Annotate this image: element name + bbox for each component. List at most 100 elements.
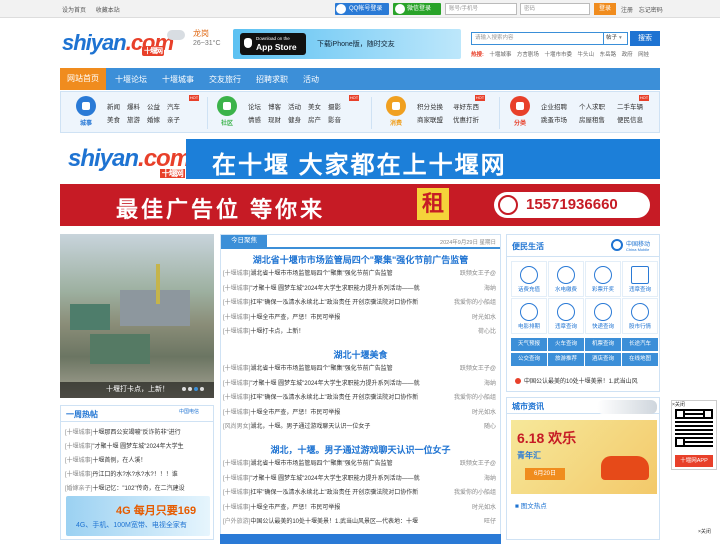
pic-news-link[interactable]: ■ 图文热点 — [515, 500, 547, 510]
list-item[interactable]: [婚嫁亲子]十堰记忆："102"传奇，在二汽建设 — [65, 482, 211, 496]
nav-item-city[interactable]: 十堰城事 — [162, 74, 194, 85]
photo-carousel[interactable]: 十堰打卡点，上新！ — [60, 234, 214, 398]
cat-link[interactable]: 新闻 — [107, 101, 127, 114]
quick-link[interactable]: 长途汽车 — [622, 338, 658, 351]
set-home-link[interactable]: 设为首页 — [62, 8, 86, 14]
service-express[interactable]: 快递查询 — [585, 298, 621, 334]
news-row[interactable]: [十堰城事]"才聚十堰 圆梦车城"2024年大学生求职能力提升系列活动——就 海纳 — [223, 281, 500, 296]
telecom-promo[interactable]: 4G 每月只要169 4G、手机、100M宽带、电视全家有 — [66, 496, 210, 536]
bottom-promo-banner[interactable] — [220, 534, 501, 544]
cat-link[interactable]: 寻好东西 — [453, 101, 489, 114]
search-input[interactable]: 请输入搜索内容 — [471, 32, 604, 45]
search-button[interactable]: 搜索 — [630, 31, 660, 46]
cat-link[interactable]: 影音 — [328, 114, 348, 127]
tab-today-focus[interactable]: 今日聚焦 — [221, 235, 267, 247]
headline[interactable]: 湖北，十堰。男子通过游戏聊天认识一位女子 — [221, 443, 500, 456]
nav-item-social-travel[interactable]: 交友旅行 — [209, 74, 241, 85]
hot-term[interactable]: 十堰城事 — [489, 52, 511, 58]
news-row[interactable]: [十堰城事]十堰打卡点，上新！ 荷心比 — [223, 325, 500, 340]
news-row[interactable]: [十堰城事]"才聚十堰 圆梦车城"2024年大学生求职能力提升系列活动——就 海纳 — [223, 376, 500, 391]
cat-link[interactable]: 美食 — [107, 114, 127, 127]
cat-link[interactable]: 个人求职 — [579, 101, 617, 114]
cat-link[interactable]: 公益 — [147, 101, 167, 114]
hot-term[interactable]: 方言剧场 — [517, 52, 539, 58]
cat-link[interactable]: 婚嫁 — [147, 114, 167, 127]
hot-term[interactable]: 十堰市市委 — [544, 52, 572, 58]
cat-link[interactable]: 跳蚤市场 — [541, 114, 579, 127]
news-row[interactable]: [十堰城事]扛牢"确保一泓清水永续北上"政治责任 开创京骥法院对口协作新 我爱你的… — [223, 296, 500, 311]
category-consume[interactable]: 消费 — [385, 96, 407, 127]
service-stocks[interactable]: 股市行情 — [622, 298, 658, 334]
search-type-select[interactable]: 帖子 ▾ — [604, 32, 628, 45]
category-city[interactable]: 城事 — [75, 96, 97, 127]
list-item[interactable]: [十堰城事]"才聚十堰 圆梦车城"2024年大学生 — [65, 440, 211, 454]
nav-item-activities[interactable]: 活动 — [303, 74, 319, 85]
hot-term[interactable]: 牛头山 — [578, 52, 595, 58]
quick-link[interactable]: 在线地图 — [622, 353, 658, 366]
app-store-badge[interactable]: Download on the App Store — [240, 33, 306, 55]
life-news-item[interactable]: 中国公认最美的10处十堰美景！1.武当山风 — [515, 376, 638, 385]
quick-link[interactable]: 机票查询 — [585, 338, 621, 351]
forgot-password-link[interactable]: 忘记密码 — [639, 8, 663, 14]
news-row[interactable]: [十堰城事]湖北省十堰市市场监管局四个"聚集"强化节前广告监管 跃频女王子@ — [223, 362, 500, 377]
news-row[interactable]: [十堰城事]湖北省十堰市市场监管局四个"聚集"强化节前广告监管 跃频女王子@ — [223, 457, 500, 472]
app-download-banner[interactable]: Download on the App Store 下载iPhone版，随时交友 — [233, 29, 461, 59]
account-input[interactable]: 账号/手机号 — [445, 3, 517, 15]
cat-link[interactable]: 商家联盟 — [417, 114, 453, 127]
cat-link[interactable]: 情感 — [248, 114, 268, 127]
carousel-dots[interactable] — [180, 386, 204, 393]
news-row[interactable]: [十堰城事]扛牢"确保一泓清水永续北上"政治责任 开创京骥法院对口协作新 我爱你的… — [223, 486, 500, 501]
headline[interactable]: 湖北十堰美食 — [221, 348, 500, 361]
cat-link[interactable]: 美女 — [308, 101, 328, 114]
cat-link[interactable]: 亲子 — [167, 114, 187, 127]
site-logo[interactable]: shiyan.com 十堰网 — [62, 30, 174, 56]
banner-ad-space[interactable]: 最佳广告位 等你来 租 15571936660 — [60, 184, 660, 226]
quick-link[interactable]: 酒店查询 — [585, 353, 621, 366]
news-row[interactable]: [户外旅游]中国公认最美的10处十堰美景！1.武当山风景区—代表地：十堰 旺仔 — [223, 515, 500, 530]
hot-term[interactable]: 政府 — [622, 52, 633, 58]
news-row[interactable]: [十堰城事]十堰全市严查，严惩！市民可举报 时光如水 — [223, 500, 500, 515]
cat-link[interactable]: 二手车辆 — [617, 101, 655, 114]
cat-link[interactable]: 现财 — [268, 114, 288, 127]
service-violation-2[interactable]: 违章查询 — [548, 298, 584, 334]
nav-item-forum[interactable]: 十堰论坛 — [115, 74, 147, 85]
nav-item-jobs[interactable]: 招聘求职 — [256, 74, 288, 85]
password-input[interactable]: 密码 — [520, 3, 590, 15]
cat-link[interactable]: 积分兑换 — [417, 101, 453, 114]
register-link[interactable]: 注册 — [621, 8, 633, 14]
news-row[interactable]: [十堰城事]十堰全市严查，严惩！市民可举报 时光如水 — [223, 310, 500, 325]
banner-ad-site[interactable]: shiyan.com 十堰网 在十堰 大家都在上十堰网 — [60, 139, 660, 179]
cat-link[interactable]: 房屋租售 — [579, 114, 617, 127]
login-button[interactable]: 登录 — [594, 3, 616, 15]
cat-link[interactable]: 房产 — [308, 114, 328, 127]
service-phone-recharge[interactable]: 话费充值 — [511, 261, 547, 297]
headline[interactable]: 湖北省十堰市市场监管局四个"聚集"强化节前广告监管 — [221, 253, 500, 266]
app-download-label[interactable]: 十堰网APP — [675, 455, 713, 467]
quick-link[interactable]: 火车查询 — [548, 338, 584, 351]
news-row[interactable]: [风尚男女]湖北，十堰。男子通过游戏聊天认识一位女子 随心 — [223, 420, 500, 435]
cat-link[interactable]: 优惠打折 — [453, 114, 489, 127]
bottom-close-button[interactable]: ×关闭 — [698, 528, 711, 535]
cat-link[interactable]: 便民信息 — [617, 114, 655, 127]
news-row[interactable]: [十堰城事]湖北省十堰市市场监管局四个"聚集"强化节前广告监管 跃频女王子@ — [223, 267, 500, 282]
cat-link[interactable]: 健身 — [288, 114, 308, 127]
service-movie[interactable]: 电影排期 — [511, 298, 547, 334]
cat-link[interactable]: 汽车 — [167, 101, 187, 114]
city-event-ad[interactable]: 6.18 欢乐 青年汇 6月20日 — [511, 420, 657, 494]
list-item[interactable]: [十堰城事]十堰那西公安竭嘣"反诈防非"进行 — [65, 426, 211, 440]
quick-link[interactable]: 公交查询 — [511, 353, 547, 366]
news-row[interactable]: [十堰城事]十堰全市严查，严惩！市民可举报 时光如水 — [223, 405, 500, 420]
cat-link[interactable]: 企业招聘 — [541, 101, 579, 114]
cat-link[interactable]: 旅游 — [127, 114, 147, 127]
cat-link[interactable]: 爆料 — [127, 101, 147, 114]
list-item[interactable]: [十堰城事]十堰首例，在人溪！ — [65, 454, 211, 468]
nav-item-home[interactable]: 网站首页 — [60, 68, 106, 90]
list-item[interactable]: [十堰城事]丹江口的水?水?水?水?！！！谁 — [65, 468, 211, 482]
service-utility-bill[interactable]: 水电缴费 — [548, 261, 584, 297]
cat-link[interactable]: 活动 — [288, 101, 308, 114]
news-row[interactable]: [十堰城事]扛牢"确保一泓清水永续北上"政治责任 开创京骥法院对口协作新 我爱你的… — [223, 391, 500, 406]
news-row[interactable]: [十堰城事]"才聚十堰 圆梦车城"2024年大学生求职能力提升系列活动——就 海纳 — [223, 471, 500, 486]
cat-link[interactable]: 博客 — [268, 101, 288, 114]
car-thumbnail[interactable] — [597, 400, 657, 414]
cat-link[interactable]: 论坛 — [248, 101, 268, 114]
